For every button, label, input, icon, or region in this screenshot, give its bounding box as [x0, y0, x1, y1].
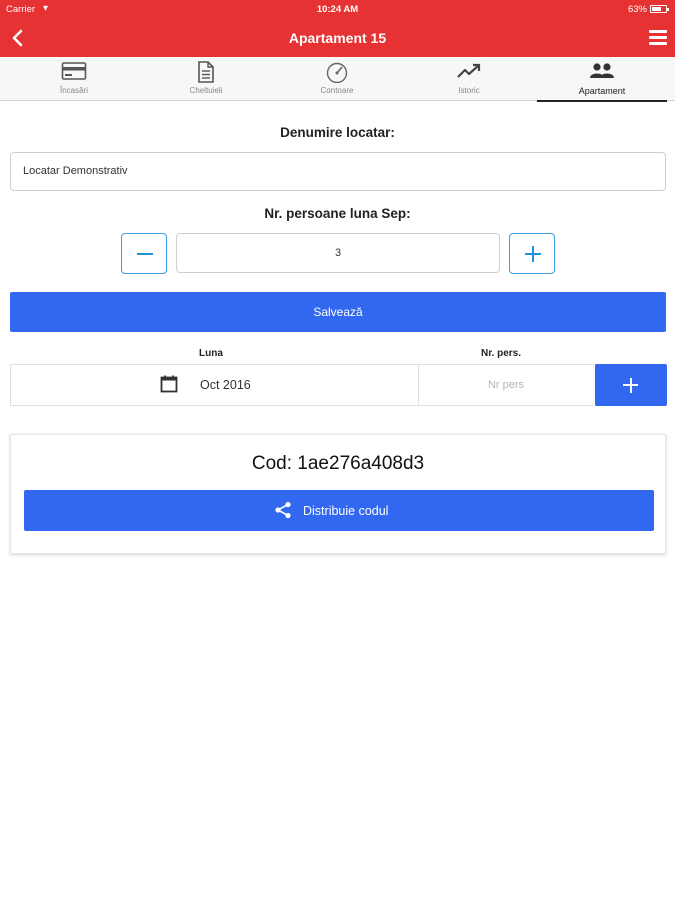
navigation-bar: Apartament 15 [0, 20, 675, 57]
minus-icon [137, 253, 153, 255]
trend-up-icon [457, 63, 481, 78]
gauge-icon [326, 62, 348, 83]
share-code-button[interactable]: Distribuie codul [24, 490, 654, 531]
apartment-code: Cod: 1ae276a408d3 [251, 453, 425, 474]
persons-count-input[interactable]: 3 [176, 233, 500, 273]
share-icon [275, 501, 291, 519]
share-code-label: Distribuie codul [303, 504, 389, 518]
people-icon [590, 63, 614, 78]
top-bar: Carrier ▾ 10:24 AM 63% Apartament 15 [0, 0, 675, 57]
tenant-name-label: Denumire locatar: [280, 125, 395, 140]
credit-card-icon [61, 62, 87, 80]
document-icon [198, 61, 214, 83]
tenant-name-input[interactable]: Locatar Demonstrativ [10, 152, 666, 191]
status-bar: Carrier ▾ 10:24 AM 63% [0, 0, 675, 20]
add-month-button[interactable] [595, 364, 667, 406]
battery-icon [650, 5, 669, 13]
tab-apartament[interactable]: Apartament [537, 57, 667, 102]
clock: 10:24 AM [316, 4, 359, 15]
battery-percentage: 63% [627, 4, 647, 15]
tab-contoare[interactable]: Contoare [272, 57, 402, 101]
increment-button[interactable] [509, 233, 555, 274]
persons-label: Nr. persoane luna Sep: [264, 206, 411, 221]
hamburger-menu-icon[interactable] [649, 30, 667, 46]
tab-istoric[interactable]: Istoric [404, 57, 534, 101]
month-column-header: Luna [199, 348, 223, 359]
month-picker[interactable]: Oct 2016 [200, 378, 251, 392]
tab-cheltuieli[interactable]: Cheltuieli [141, 57, 271, 101]
tab-label: Istoric [458, 86, 480, 95]
decrement-button[interactable] [121, 233, 167, 274]
tab-label: Cheltuieli [189, 86, 223, 95]
tab-label: Încasări [59, 86, 88, 95]
page-title: Apartament 15 [288, 30, 387, 46]
tab-label: Contoare [320, 86, 354, 95]
persons-column-header: Nr. pers. [481, 348, 522, 359]
tab-incasari[interactable]: Încasări [9, 57, 139, 101]
calendar-icon[interactable] [160, 375, 178, 393]
persons-per-month-input[interactable]: Nr pers [418, 364, 594, 406]
tab-bar: Încasări Cheltuieli Contoare Istoric Apa… [0, 57, 675, 102]
code-card: Cod: 1ae276a408d3 Distribuie codul [10, 434, 666, 554]
save-button[interactable]: Salvează [10, 292, 666, 332]
tab-label: Apartament [578, 86, 626, 96]
